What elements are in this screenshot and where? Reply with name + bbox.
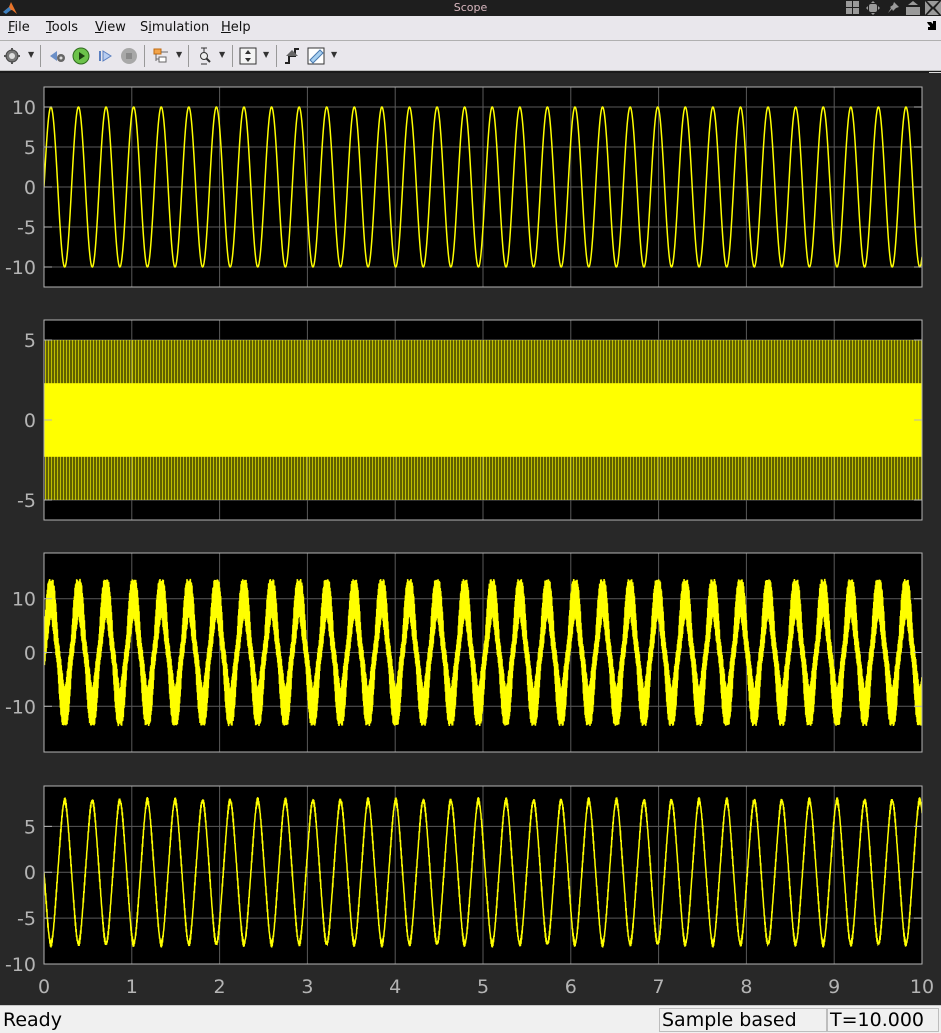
y-tick-label: 5 <box>24 816 36 838</box>
y-tick-label: 0 <box>24 410 36 432</box>
y-tick-label: -5 <box>17 217 36 239</box>
scope-axes-3[interactable]: 10 0 -10 <box>5 552 923 753</box>
x-tick-label: 1 <box>126 976 138 998</box>
x-tick-label: 0 <box>38 976 50 998</box>
x-tick-label: 2 <box>214 976 226 998</box>
y-tick-label: 10 <box>12 589 36 611</box>
x-tick-label: 6 <box>565 976 577 998</box>
x-tick-label: 9 <box>828 976 840 998</box>
y-tick-label: -5 <box>17 490 36 512</box>
status-bar: Ready Sample based T=10.000 <box>0 1005 941 1033</box>
x-tick-label: 5 <box>477 976 489 998</box>
scope-axes-2[interactable]: 5 0 -5 <box>17 319 923 521</box>
y-tick-label: 5 <box>24 137 36 159</box>
signal-trace-core <box>44 383 922 457</box>
y-tick-label: 0 <box>24 177 36 199</box>
scope-displays: 1050-5-1050-5100-1050-5-100 1 2 3 4 5 6 7 8 9 10 <box>0 73 941 1005</box>
status-text: Ready <box>3 1009 62 1031</box>
y-tick-label: -10 <box>5 696 36 718</box>
y-tick-label: -10 <box>5 954 36 976</box>
x-tick-label: 8 <box>740 976 752 998</box>
y-tick-label: -10 <box>5 257 36 279</box>
x-tick-label: 4 <box>389 976 401 998</box>
y-tick-label: 5 <box>24 330 36 352</box>
x-tick-label: 7 <box>653 976 665 998</box>
y-tick-label: 0 <box>24 862 36 884</box>
y-tick-label: 10 <box>12 97 36 119</box>
scope-axes-1[interactable]: 10 5 0 -5 -10 <box>5 86 923 288</box>
y-tick-label: 0 <box>24 643 36 665</box>
x-tick-label: 10 <box>910 976 934 998</box>
x-tick-label: 3 <box>301 976 313 998</box>
y-tick-label: -5 <box>17 908 36 930</box>
sample-mode-indicator: Sample based <box>659 1008 827 1032</box>
simulation-time: T=10.000 <box>827 1008 939 1032</box>
